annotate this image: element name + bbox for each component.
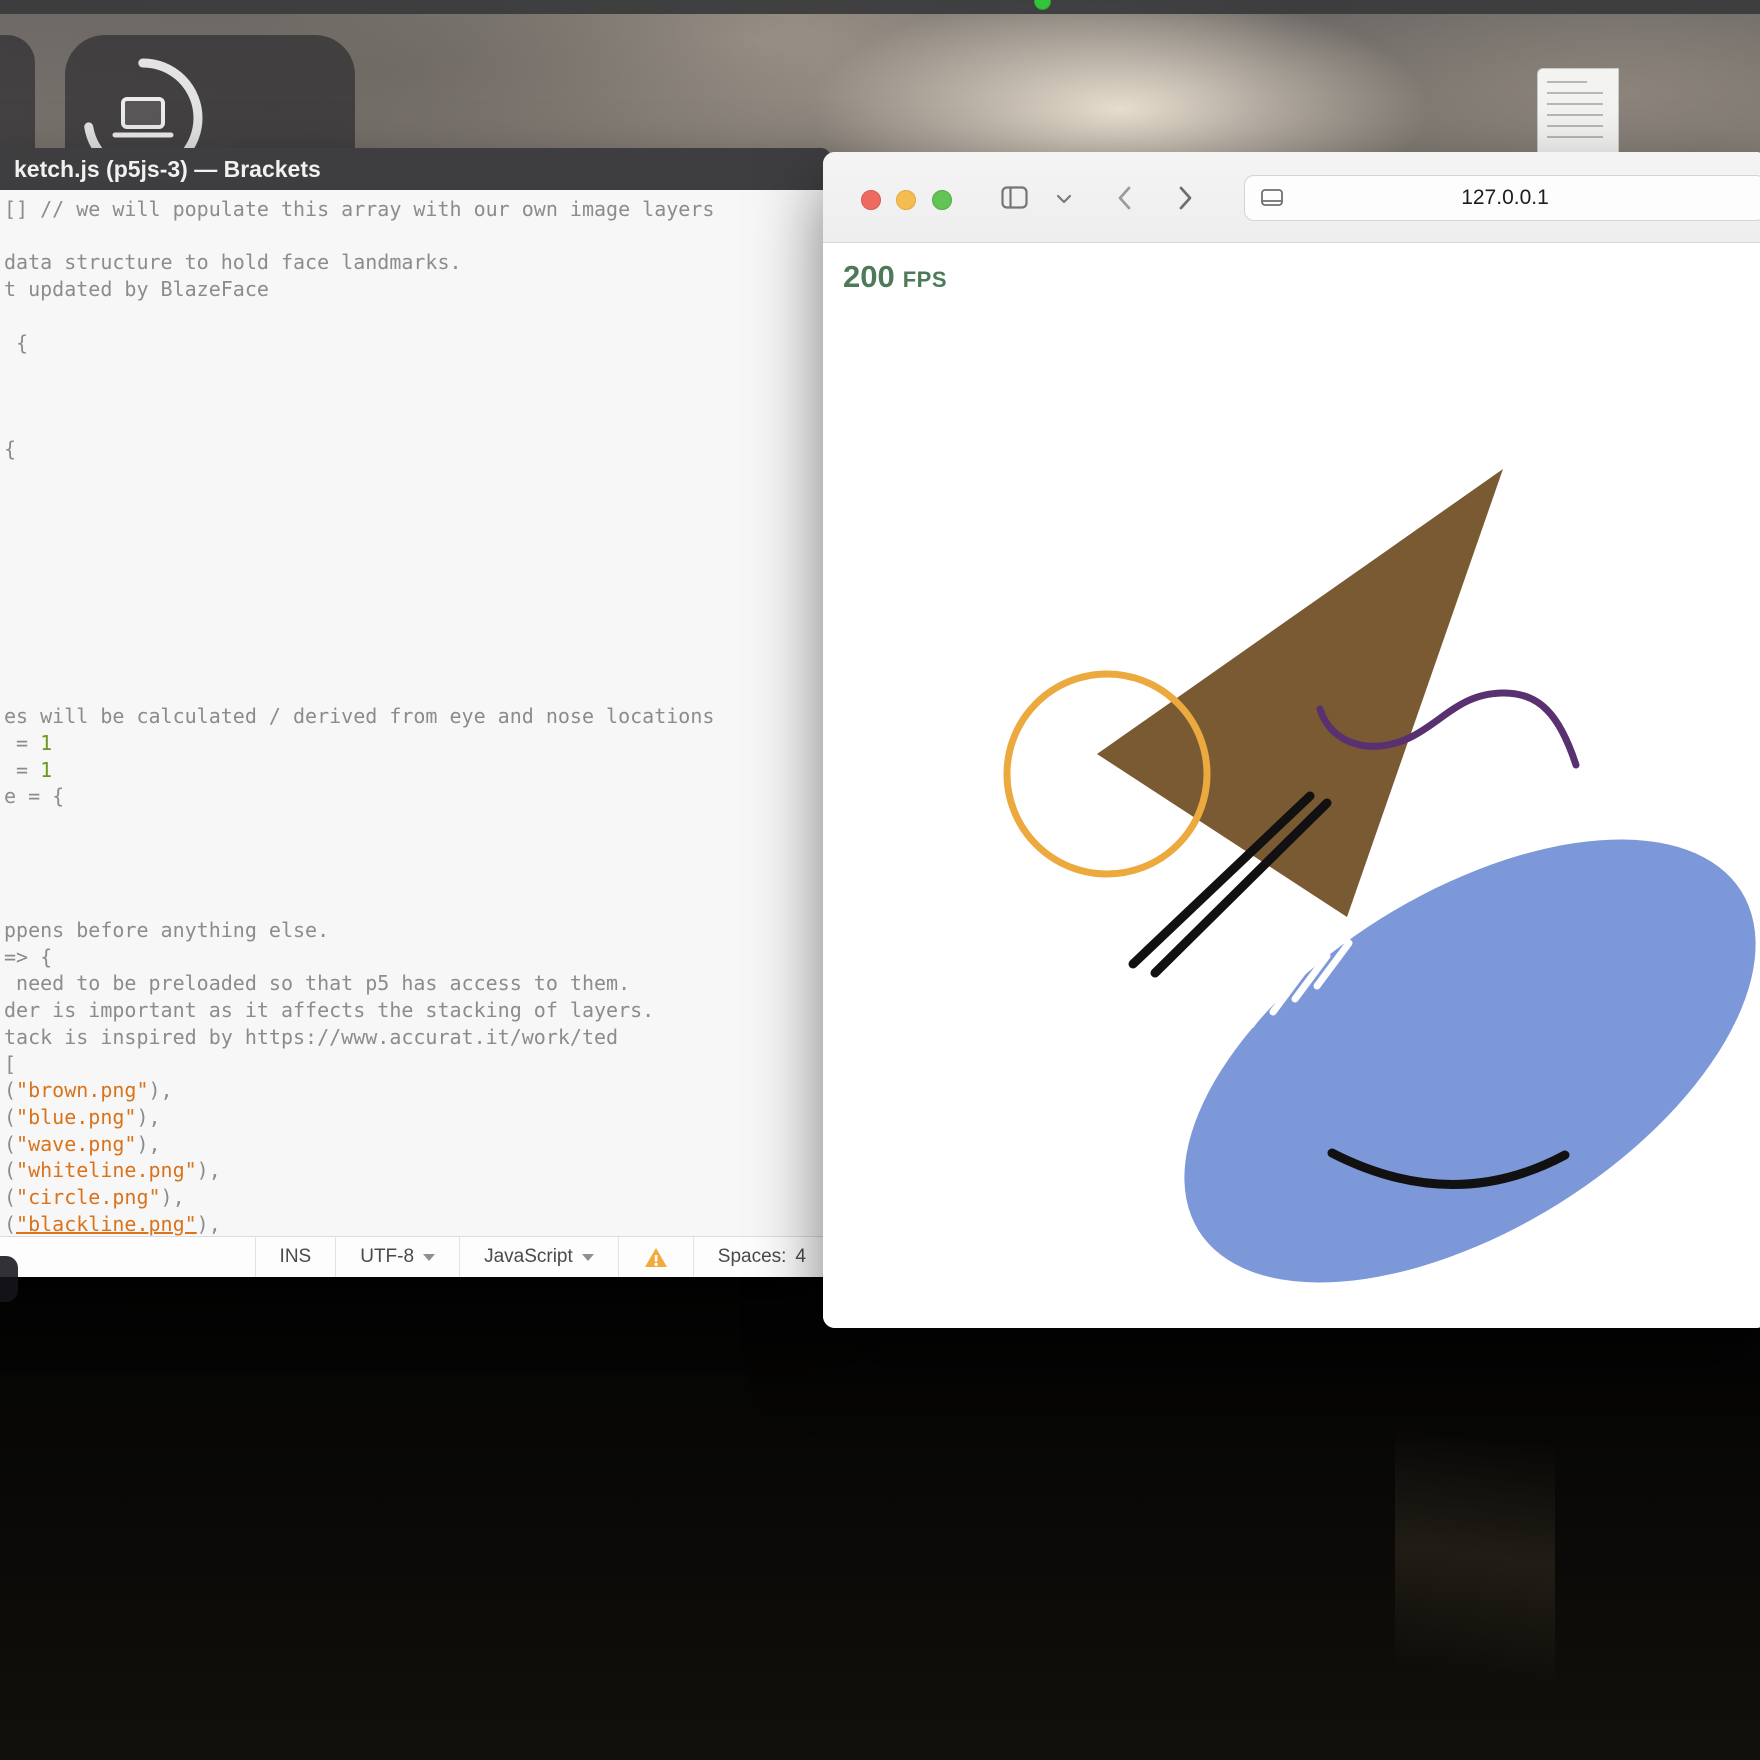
code-line: ("circle.png"), <box>4 1184 830 1211</box>
code-line: ("wave.png"), <box>4 1131 830 1158</box>
spaces-label: Spaces: <box>718 1246 787 1268</box>
browser-viewport: 200 FPS <box>823 243 1760 1328</box>
sidebar-toggle-icon <box>1001 186 1028 209</box>
code-line: ("blue.png"), <box>4 1104 830 1131</box>
code-line <box>4 810 830 837</box>
code-line <box>4 864 830 891</box>
blue-blob-shape <box>1110 749 1760 1328</box>
spaces-setting[interactable]: Spaces: 4 <box>693 1237 830 1277</box>
code-editor[interactable]: [] // we will populate this array with o… <box>0 190 830 1237</box>
code-line <box>4 516 830 543</box>
code-line <box>4 677 830 704</box>
code-line <box>4 837 830 864</box>
insert-mode-label: INS <box>280 1246 312 1268</box>
sidebar-toggle-button[interactable] <box>1001 186 1028 209</box>
encoding-selector[interactable]: UTF-8 <box>335 1237 459 1277</box>
back-button[interactable] <box>1117 186 1131 210</box>
site-page-icon <box>1261 189 1283 207</box>
code-line: ("blackline.png"), <box>4 1211 830 1237</box>
code-line: ("brown.png"), <box>4 1077 830 1104</box>
brown-triangle-shape <box>1097 469 1503 917</box>
warning-triangle-icon <box>643 1246 669 1269</box>
language-label: JavaScript <box>484 1246 573 1268</box>
code-line: tack is inspired by https://www.accurat.… <box>4 1024 830 1051</box>
spaces-value: 4 <box>795 1246 806 1268</box>
minimize-button[interactable] <box>896 190 916 210</box>
code-line <box>4 303 830 330</box>
code-line <box>4 223 830 250</box>
tab-group-chevron-button[interactable] <box>1056 194 1072 204</box>
code-line: [ <box>4 1051 830 1078</box>
forward-button[interactable] <box>1179 186 1193 210</box>
code-line: t updated by BlazeFace <box>4 276 830 303</box>
code-line: need to be preloaded so that p5 has acce… <box>4 970 830 997</box>
code-line: = 1 <box>4 757 830 784</box>
url-text: 127.0.0.1 <box>1461 186 1549 210</box>
code-line <box>4 890 830 917</box>
lint-warning-button[interactable] <box>618 1237 693 1277</box>
code-line <box>4 597 830 624</box>
forward-chevron-icon <box>1179 186 1193 210</box>
wallpaper-light-streak <box>1395 1350 1555 1760</box>
code-line <box>4 356 830 383</box>
code-line: es will be calculated / derived from eye… <box>4 703 830 730</box>
address-bar[interactable]: 127.0.0.1 <box>1244 175 1760 221</box>
code-line <box>4 650 830 677</box>
code-line: [] // we will populate this array with o… <box>4 196 830 223</box>
chevron-down-icon <box>423 1254 435 1261</box>
code-line: = 1 <box>4 730 830 757</box>
code-line: { <box>4 330 830 357</box>
insert-mode-indicator[interactable]: INS <box>255 1237 336 1277</box>
code-line: ("whiteline.png"), <box>4 1157 830 1184</box>
code-line: der is important as it affects the stack… <box>4 997 830 1024</box>
code-line: => { <box>4 944 830 971</box>
language-selector[interactable]: JavaScript <box>459 1237 618 1277</box>
chevron-down-icon <box>1056 194 1072 204</box>
menu-bar-strip <box>0 0 1760 14</box>
brackets-window: ketch.js (p5js-3) — Brackets [] // we wi… <box>0 148 830 1277</box>
window-title: ketch.js (p5js-3) — Brackets <box>0 148 830 190</box>
code-line <box>4 383 830 410</box>
code-line <box>4 623 830 650</box>
encoding-label: UTF-8 <box>360 1246 414 1268</box>
safari-window: 127.0.0.1 200 FPS <box>823 152 1760 1328</box>
code-line: { <box>4 436 830 463</box>
code-line: data structure to hold face landmarks. <box>4 249 830 276</box>
statusbar: INS UTF-8 JavaScript Spaces: 4 <box>0 1236 830 1277</box>
browser-toolbar: 127.0.0.1 <box>823 152 1760 243</box>
code-lines-container: [] // we will populate this array with o… <box>4 196 830 1237</box>
code-line <box>4 543 830 570</box>
code-line: e = { <box>4 783 830 810</box>
overlay-corner-fragment <box>0 1256 18 1302</box>
code-line <box>4 490 830 517</box>
chevron-down-icon <box>582 1254 594 1261</box>
code-line <box>4 570 830 597</box>
code-line: ppens before anything else. <box>4 917 830 944</box>
code-line <box>4 463 830 490</box>
zoom-button[interactable] <box>932 190 952 210</box>
back-chevron-icon <box>1117 186 1131 210</box>
close-button[interactable] <box>861 190 881 210</box>
p5-canvas[interactable] <box>823 243 1760 1328</box>
code-line <box>4 410 830 437</box>
laptop-icon <box>111 95 175 141</box>
